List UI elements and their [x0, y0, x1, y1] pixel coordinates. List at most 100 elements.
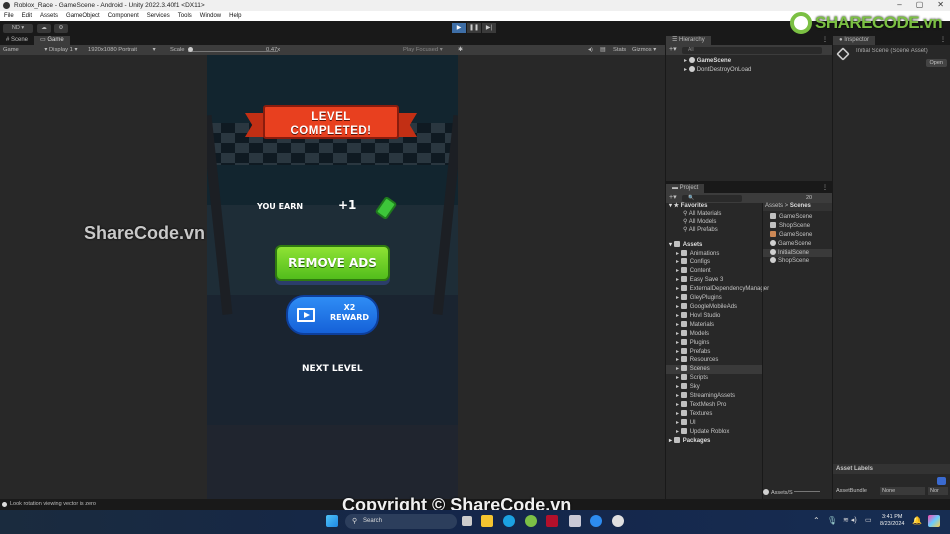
clock[interactable]: 3:41 PM 8/23/2024 — [880, 514, 904, 528]
project-folder[interactable]: ▸ GoogleMobileAds — [666, 302, 762, 312]
project-file[interactable]: ShopScene — [763, 221, 832, 231]
favorite-item[interactable]: ⚲ All Models — [666, 219, 762, 227]
maximize-button[interactable]: ▢ — [916, 0, 924, 11]
account-dropdown[interactable]: ND ▾ — [3, 24, 33, 33]
close-button[interactable]: ✕ — [937, 0, 944, 11]
game-mode-dropdown[interactable]: Game ▾ — [3, 45, 47, 55]
edge-icon[interactable] — [503, 515, 515, 527]
project-folder[interactable]: ▸ Resources — [666, 356, 762, 365]
project-folder[interactable]: ▸ Models — [666, 329, 762, 339]
start-button[interactable] — [326, 515, 338, 527]
asset-labels-header[interactable]: Asset Labels — [833, 464, 950, 474]
project-folder[interactable]: ▸ Textures — [666, 409, 762, 419]
hierarchy-search-input[interactable]: All — [682, 46, 822, 54]
copilot-icon[interactable] — [928, 515, 940, 527]
panel-menu-icon[interactable]: ⋮ — [822, 36, 832, 45]
remove-ads-button[interactable]: REMOVE ADS — [275, 245, 390, 281]
favorite-item[interactable]: ⚲ All Materials — [666, 211, 762, 219]
menu-window[interactable]: Window — [200, 11, 221, 21]
assets-root[interactable]: ▾ Assets — [666, 240, 762, 250]
project-folder[interactable]: ▸ UI — [666, 418, 762, 428]
favorite-item[interactable]: ⚲ All Prefabs — [666, 227, 762, 235]
project-file[interactable]: GameScene — [763, 230, 832, 240]
hierarchy-item[interactable]: ▸ GameScene — [666, 57, 832, 66]
project-folder[interactable]: ▸ Scenes — [666, 365, 762, 375]
keyboard-icon[interactable]: ▤ — [600, 45, 605, 55]
menu-gameobject[interactable]: GameObject — [66, 11, 100, 21]
tab-game[interactable]: ▭ Game — [34, 36, 70, 45]
hierarchy-item[interactable]: ▸ DontDestroyOnLoad — [666, 65, 832, 75]
menu-file[interactable]: File — [4, 11, 14, 21]
project-folder[interactable]: ▸ StreamingAssets — [666, 392, 762, 401]
project-folder[interactable]: ▸ Configs — [666, 258, 762, 267]
project-folder[interactable]: ▸ Hovl Studio — [666, 311, 762, 321]
open-button[interactable]: Open — [925, 59, 947, 67]
scale-slider-handle[interactable] — [188, 47, 193, 52]
resolution-dropdown[interactable]: 1920x1080 Portrait ▾ — [88, 45, 156, 55]
project-folder[interactable]: ▸ Content — [666, 267, 762, 276]
icon-size-slider[interactable] — [794, 491, 821, 492]
project-folder[interactable]: ▸ GleyPlugins — [666, 294, 762, 303]
panel-menu-icon[interactable]: ⋮ — [940, 36, 950, 45]
menu-services[interactable]: Services — [147, 11, 170, 21]
gizmos-dropdown[interactable]: Gizmos ▾ — [632, 45, 656, 55]
tab-scene[interactable]: # Scene — [0, 36, 34, 45]
hidden-packages-count[interactable]: 20 — [806, 193, 812, 203]
bug-icon[interactable]: ✱ — [458, 45, 463, 55]
favorites-header[interactable]: ▾ ★ Favorites — [666, 203, 762, 211]
cloud-icon[interactable]: ☁ — [37, 24, 51, 33]
play-button[interactable]: ▶ — [452, 23, 466, 33]
packages-root[interactable]: ▸ Packages — [666, 436, 762, 446]
project-folder[interactable]: ▸ ExternalDependencyManager — [666, 285, 769, 294]
project-folder[interactable]: ▸ Sky — [666, 383, 762, 392]
taskbar-search[interactable]: ⚲ Search — [345, 514, 457, 529]
tab-project[interactable]: ▬ Project — [666, 184, 705, 193]
tab-hierarchy[interactable]: ☰ Hierarchy — [666, 36, 711, 45]
task-view-icon[interactable] — [462, 516, 472, 526]
pause-button[interactable]: ❚❚ — [467, 23, 481, 33]
project-folder[interactable]: ▸ Animations — [666, 249, 762, 259]
x2-reward-button[interactable]: X2 REWARD — [286, 295, 379, 335]
menu-edit[interactable]: Edit — [22, 11, 32, 21]
zalo-icon[interactable] — [590, 515, 602, 527]
app-icon[interactable] — [546, 515, 558, 527]
menu-component[interactable]: Component — [108, 11, 139, 21]
breadcrumb-scenes[interactable]: Scenes — [790, 203, 811, 209]
stats-button[interactable]: Stats — [613, 45, 626, 55]
label-tag-icon[interactable] — [937, 477, 946, 485]
create-button[interactable]: +▾ — [669, 45, 677, 55]
project-folder[interactable]: ▸ Easy Save 3 — [666, 276, 762, 285]
variant-dropdown[interactable]: Nor — [928, 487, 948, 495]
app-icon[interactable] — [525, 515, 537, 527]
panel-menu-icon[interactable]: ⋮ — [822, 184, 832, 193]
project-folder[interactable]: ▸ Plugins — [666, 338, 762, 348]
project-folder[interactable]: ▸ Materials — [666, 320, 762, 330]
file-explorer-icon[interactable] — [481, 515, 493, 527]
wifi-volume-icon[interactable]: ≋ ◂) — [843, 516, 857, 524]
assetbundle-dropdown[interactable]: None — [880, 487, 925, 495]
game-view[interactable]: LEVEL COMPLETED! YOU EARN +1 REMOVE ADS … — [207, 55, 458, 499]
project-folder[interactable]: ▸ Update Roblox — [666, 427, 762, 437]
next-level-button[interactable]: NEXT LEVEL — [302, 364, 363, 374]
project-file[interactable]: GameScene — [763, 212, 832, 222]
microphone-icon[interactable]: 🎙 — [827, 516, 837, 525]
project-search-input[interactable]: 🔍 — [682, 194, 742, 202]
breadcrumb-assets[interactable]: Assets — [765, 203, 783, 209]
project-folder[interactable]: ▸ Prefabs — [666, 347, 762, 357]
mute-audio-icon[interactable]: ◂) — [588, 45, 593, 55]
minimize-button[interactable]: – — [897, 0, 901, 11]
scale-slider[interactable] — [188, 47, 278, 52]
step-button[interactable]: ▶| — [482, 23, 496, 33]
menu-help[interactable]: Help — [229, 11, 241, 21]
battery-icon[interactable]: ▭ — [865, 516, 872, 524]
project-file[interactable]: InitialScene — [763, 248, 832, 258]
show-hidden-icons[interactable]: ⌃ — [813, 516, 820, 525]
project-file[interactable]: GameScene — [763, 239, 832, 249]
unity-icon[interactable] — [612, 515, 624, 527]
menu-tools[interactable]: Tools — [178, 11, 192, 21]
menu-assets[interactable]: Assets — [40, 11, 58, 21]
project-folder[interactable]: ▸ Scripts — [666, 374, 762, 383]
play-focused-dropdown[interactable]: Play Focused ▾ — [403, 45, 443, 55]
app-icon[interactable] — [569, 515, 581, 527]
display-dropdown[interactable]: Display 1 ▾ — [49, 45, 77, 55]
